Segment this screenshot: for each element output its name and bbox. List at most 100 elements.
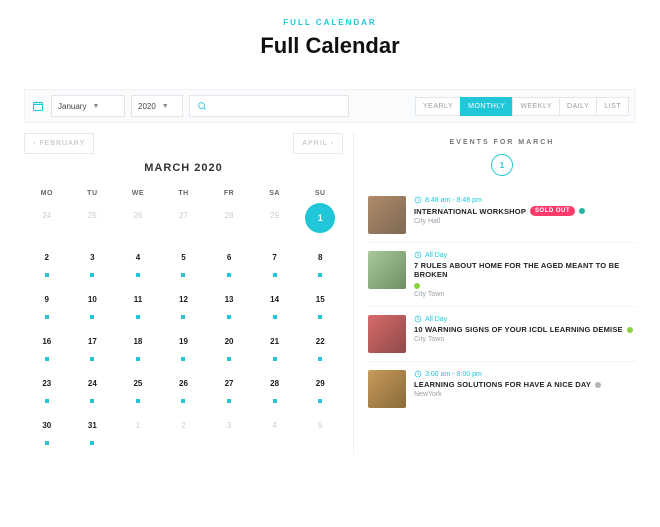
event-item[interactable]: 8:48 am - 8:48 pmINTERNATIONAL WORKSHOP … [368,188,636,243]
event-indicator-dot [136,273,140,277]
calendar-day[interactable]: 7 [252,245,298,287]
month-title: MARCH 2020 [24,162,343,174]
event-indicator-dot [136,399,140,403]
event-item[interactable]: All Day10 WARNING SIGNS OF YOUR ICDL LEA… [368,307,636,362]
event-indicator-dot [227,399,231,403]
events-heading: EVENTS FOR MARCH [368,139,636,146]
event-thumbnail [368,315,406,353]
event-indicator-dot [90,315,94,319]
status-dot [627,327,633,333]
calendar-day[interactable]: 12 [161,287,207,329]
view-weekly[interactable]: WEEKLY [512,97,560,116]
calendar-day[interactable]: 20 [206,329,252,371]
event-indicator-dot [273,357,277,361]
calendar-day[interactable]: 3 [206,413,252,455]
next-month-button[interactable]: APRIL › [293,133,343,154]
view-monthly[interactable]: MONTHLY [460,97,513,116]
event-location: City Town [414,336,636,343]
year-select[interactable]: 2020 ▼ [131,95,183,117]
calendar-day[interactable]: 17 [70,329,116,371]
event-item[interactable]: All Day7 RULES ABOUT HOME FOR THE AGED M… [368,243,636,307]
event-indicator-dot [227,315,231,319]
toolbar: January ▼ 2020 ▼ YEARLYMONTHLYWEEKLYDAIL… [24,89,636,123]
calendar-day[interactable]: 3 [70,245,116,287]
eyebrow-label: FULL CALENDAR [0,18,660,27]
calendar-day[interactable]: 25 [70,203,116,245]
calendar-day[interactable]: 14 [252,287,298,329]
event-thumbnail [368,370,406,408]
calendar-day[interactable]: 18 [115,329,161,371]
event-indicator-dot [273,273,277,277]
calendar-day[interactable]: 27 [161,203,207,245]
selected-day-badge[interactable]: 1 [491,154,513,176]
calendar-day[interactable]: 6 [206,245,252,287]
calendar-day[interactable]: 5 [297,413,343,455]
calendar-day[interactable]: 1 [297,203,343,245]
view-daily[interactable]: DAILY [559,97,597,116]
calendar-day[interactable]: 19 [161,329,207,371]
event-indicator-dot [181,273,185,277]
weekday-header: MOTUWETHFRSASU [24,184,343,203]
chevron-right-icon: › [331,140,334,147]
calendar-day[interactable]: 11 [115,287,161,329]
calendar-day[interactable]: 5 [161,245,207,287]
calendar-day[interactable]: 22 [297,329,343,371]
calendar-day[interactable]: 10 [70,287,116,329]
calendar-day[interactable]: 2 [161,413,207,455]
calendar-day[interactable]: 15 [297,287,343,329]
search-input[interactable] [212,102,342,111]
calendar-day[interactable]: 4 [115,245,161,287]
calendar-day[interactable]: 13 [206,287,252,329]
calendar-day[interactable]: 8 [297,245,343,287]
event-indicator-dot [227,357,231,361]
weekday-label: WE [115,184,161,203]
clock-icon [414,251,422,259]
event-time: All Day [414,315,636,323]
calendar-day[interactable]: 27 [206,371,252,413]
calendar-day[interactable]: 31 [70,413,116,455]
caret-down-icon: ▼ [162,103,169,110]
event-indicator-dot [136,315,140,319]
calendar-day[interactable]: 21 [252,329,298,371]
weekday-label: SA [252,184,298,203]
calendar-day[interactable]: 4 [252,413,298,455]
calendar-day[interactable]: 1 [115,413,161,455]
calendar-day[interactable]: 9 [24,287,70,329]
calendar-day[interactable]: 25 [115,371,161,413]
event-item[interactable]: 3:00 am - 8:00 pmLEARNING SOLUTIONS FOR … [368,362,636,416]
event-indicator-dot [181,315,185,319]
page-header: FULL CALENDAR Full Calendar [0,0,660,71]
prev-month-button[interactable]: ‹ FEBRUARY [24,133,94,154]
calendar-day[interactable]: 29 [297,371,343,413]
calendar-day[interactable]: 2 [24,245,70,287]
prev-month-label: FEBRUARY [39,140,85,147]
calendar-day[interactable]: 26 [115,203,161,245]
event-indicator-dot [181,357,185,361]
weekday-label: MO [24,184,70,203]
event-thumbnail [368,196,406,234]
event-body: 3:00 am - 8:00 pmLEARNING SOLUTIONS FOR … [414,370,636,408]
calendar-day[interactable]: 29 [252,203,298,245]
event-indicator-dot [45,273,49,277]
calendar-day[interactable]: 28 [206,203,252,245]
view-list[interactable]: LIST [596,97,629,116]
calendar-day[interactable]: 28 [252,371,298,413]
event-location: City Town [414,291,636,298]
page-title: Full Calendar [0,33,660,59]
calendar-day[interactable]: 16 [24,329,70,371]
event-indicator-dot [90,357,94,361]
event-body: All Day10 WARNING SIGNS OF YOUR ICDL LEA… [414,315,636,353]
month-select[interactable]: January ▼ [51,95,125,117]
calendar-day[interactable]: 24 [70,371,116,413]
year-select-value: 2020 [138,102,156,111]
clock-icon [414,196,422,204]
view-yearly[interactable]: YEARLY [415,97,461,116]
calendar-day[interactable]: 24 [24,203,70,245]
event-thumbnail [368,251,406,289]
search-icon [196,99,208,113]
search-field[interactable] [189,95,349,117]
event-indicator-dot [136,357,140,361]
calendar-day[interactable]: 30 [24,413,70,455]
calendar-day[interactable]: 23 [24,371,70,413]
calendar-day[interactable]: 26 [161,371,207,413]
